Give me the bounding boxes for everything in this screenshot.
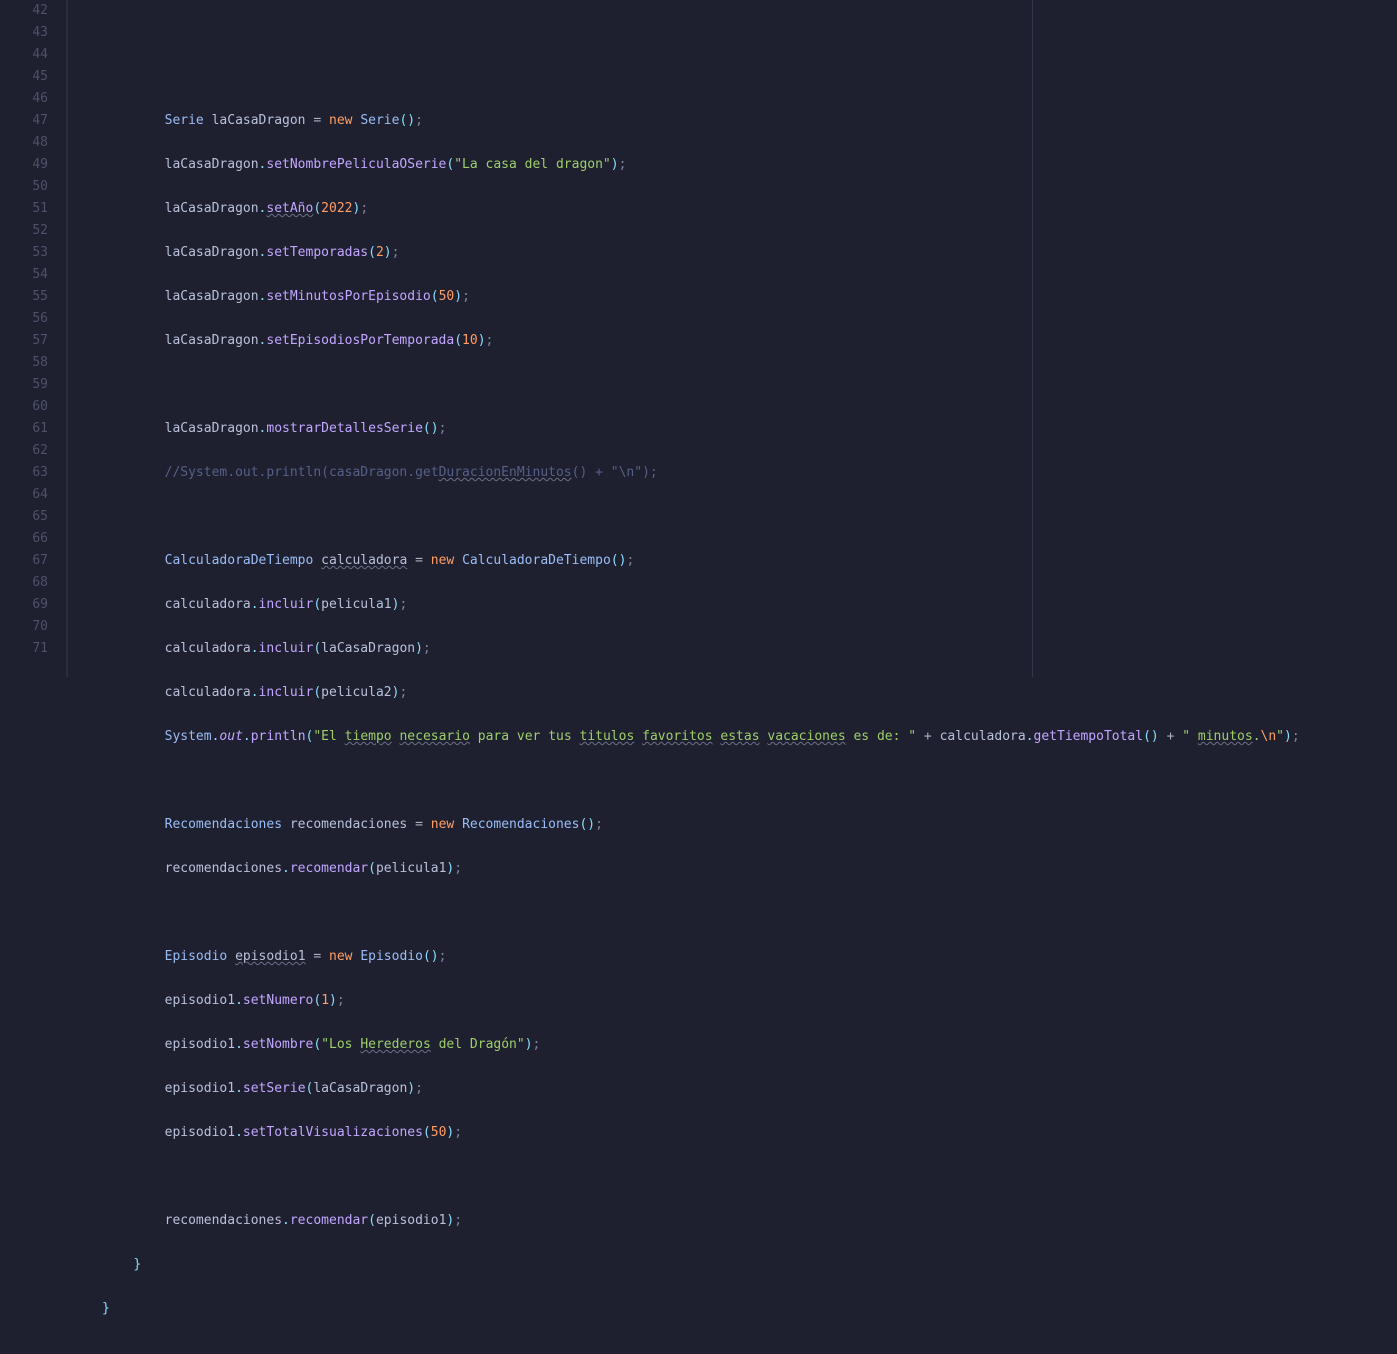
code-line[interactable]: Episodio episodio1 = new Episodio();	[102, 946, 1397, 968]
code-line[interactable]	[102, 22, 1397, 44]
line-number: 60	[6, 396, 48, 418]
code-line[interactable]	[102, 506, 1397, 528]
code-line[interactable]: System.out.println("El tiempo necesario …	[102, 726, 1397, 748]
line-number: 62	[6, 440, 48, 462]
line-number: 50	[6, 176, 48, 198]
line-number: 70	[6, 616, 48, 638]
code-line[interactable]: }	[102, 1298, 1397, 1320]
line-number: 48	[6, 132, 48, 154]
code-line[interactable]: episodio1.setSerie(laCasaDragon);	[102, 1078, 1397, 1100]
code-line[interactable]: //System.out.println(casaDragon.getDurac…	[102, 462, 1397, 484]
code-line[interactable]	[102, 374, 1397, 396]
code-line[interactable]: recomendaciones.recomendar(pelicula1);	[102, 858, 1397, 880]
line-gutter: 42 43 44 45 46 47 48 49 50 51 52 53 54 5…	[0, 0, 66, 677]
line-number: 52	[6, 220, 48, 242]
line-number: 59	[6, 374, 48, 396]
code-line[interactable]: CalculadoraDeTiempo calculadora = new Ca…	[102, 550, 1397, 572]
line-number: 68	[6, 572, 48, 594]
code-line[interactable]: laCasaDragon.setNombrePeliculaOSerie("La…	[102, 154, 1397, 176]
code-line[interactable]	[102, 770, 1397, 792]
code-line[interactable]	[102, 902, 1397, 924]
code-line[interactable]	[102, 66, 1397, 88]
line-number: 58	[6, 352, 48, 374]
code-line[interactable]: Serie laCasaDragon = new Serie();	[102, 110, 1397, 132]
line-number: 66	[6, 528, 48, 550]
code-line[interactable]: laCasaDragon.mostrarDetallesSerie();	[102, 418, 1397, 440]
line-number: 69	[6, 594, 48, 616]
line-number: 55	[6, 286, 48, 308]
code-line[interactable]	[102, 1166, 1397, 1188]
line-number: 53	[6, 242, 48, 264]
line-number: 42	[6, 0, 48, 22]
line-number: 43	[6, 22, 48, 44]
line-number: 54	[6, 264, 48, 286]
line-number: 56	[6, 308, 48, 330]
line-number: 67	[6, 550, 48, 572]
code-line[interactable]: laCasaDragon.setAño(2022);	[102, 198, 1397, 220]
line-number: 71	[6, 638, 48, 660]
line-number: 63	[6, 462, 48, 484]
code-area[interactable]: Serie laCasaDragon = new Serie(); laCasa…	[68, 0, 1397, 677]
code-line[interactable]: calculadora.incluir(pelicula1);	[102, 594, 1397, 616]
code-line[interactable]: Recomendaciones recomendaciones = new Re…	[102, 814, 1397, 836]
code-line[interactable]: laCasaDragon.setEpisodiosPorTemporada(10…	[102, 330, 1397, 352]
code-content[interactable]: Serie laCasaDragon = new Serie(); laCasa…	[68, 0, 1397, 1354]
line-number: 57	[6, 330, 48, 352]
code-line[interactable]: laCasaDragon.setMinutosPorEpisodio(50);	[102, 286, 1397, 308]
code-line[interactable]: recomendaciones.recomendar(episodio1);	[102, 1210, 1397, 1232]
line-number: 46	[6, 88, 48, 110]
line-number: 47	[6, 110, 48, 132]
line-number: 64	[6, 484, 48, 506]
code-line[interactable]: }	[102, 1254, 1397, 1276]
code-line[interactable]: laCasaDragon.setTemporadas(2);	[102, 242, 1397, 264]
code-line[interactable]: episodio1.setTotalVisualizaciones(50);	[102, 1122, 1397, 1144]
margin-guide	[1032, 0, 1033, 677]
code-line[interactable]: episodio1.setNumero(1);	[102, 990, 1397, 1012]
line-number: 45	[6, 66, 48, 88]
line-number: 49	[6, 154, 48, 176]
line-number: 61	[6, 418, 48, 440]
line-number: 44	[6, 44, 48, 66]
code-line[interactable]: episodio1.setNombre("Los Herederos del D…	[102, 1034, 1397, 1056]
code-line[interactable]: calculadora.incluir(pelicula2);	[102, 682, 1397, 704]
line-number: 51	[6, 198, 48, 220]
code-line[interactable]: calculadora.incluir(laCasaDragon);	[102, 638, 1397, 660]
code-editor: 42 43 44 45 46 47 48 49 50 51 52 53 54 5…	[0, 0, 1397, 677]
line-number: 65	[6, 506, 48, 528]
